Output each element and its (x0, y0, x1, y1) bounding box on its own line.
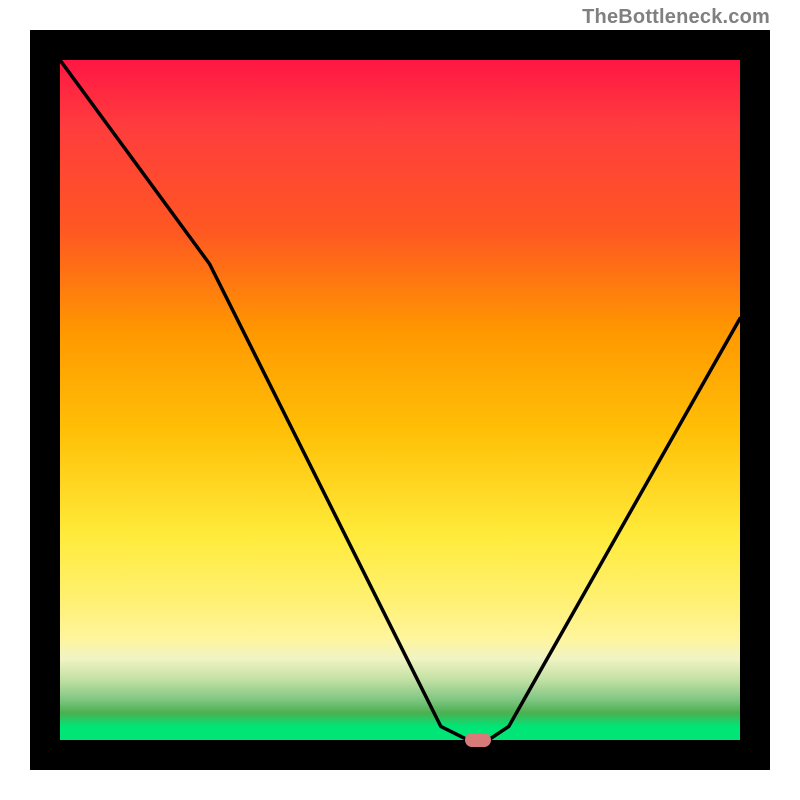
watermark-text: TheBottleneck.com (582, 6, 770, 29)
chart-container: TheBottleneck.com (0, 0, 800, 800)
minimum-marker (465, 733, 491, 747)
chart-curve (60, 60, 740, 740)
